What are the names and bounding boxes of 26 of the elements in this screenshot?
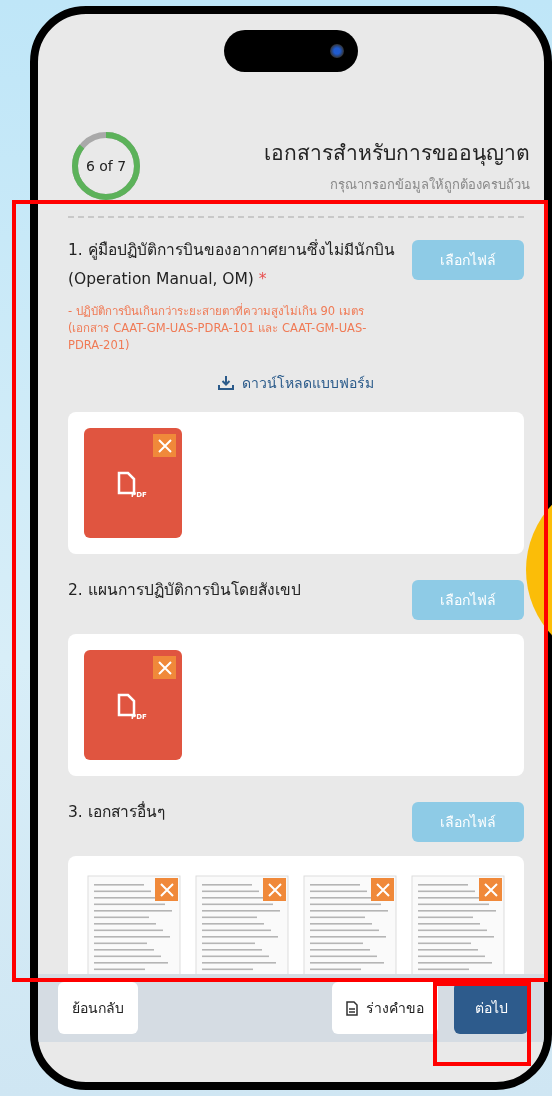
draft-button[interactable]: ร่างคำขอ [332, 982, 438, 1034]
remove-button[interactable] [479, 878, 502, 902]
camera-lens-icon [330, 44, 344, 58]
close-icon [159, 882, 174, 897]
progress-text: 6 of 7 [85, 156, 127, 176]
remove-button[interactable] [155, 878, 178, 902]
section-title: 3. เอกสารอื่นๆ [68, 800, 166, 824]
close-icon [267, 882, 282, 897]
download-icon [218, 375, 234, 392]
requirement-note: - ปฏิบัติการบินเกินกว่าระยะสายตาที่ความสูงไม่เกิน 90 เมตร (เอกสาร CAAT-GM-UAS-PDRA-101 และ CAAT-GM-UAS-PDRA-201) [68, 302, 368, 355]
close-icon [157, 660, 172, 675]
document-icon [346, 1000, 358, 1016]
section-title: 2. แผนการปฏิบัติการบินโดยสังเขป [68, 580, 302, 602]
close-icon [375, 882, 390, 897]
close-icon [483, 882, 498, 897]
progress-ring [70, 130, 142, 202]
remove-button[interactable] [263, 878, 286, 902]
section-title: 1. คู่มือปฏิบัติการบินของอากาศยานซึ่งไม่มีนักบิน (Operation Manual, OM) * [68, 238, 396, 291]
download-form-link[interactable]: ดาวน์โหลดแบบฟอร์ม [218, 372, 374, 394]
back-button[interactable]: ย้อนกลับ [58, 982, 138, 1034]
page-title: เอกสารสำหรับการขออนุญาต [264, 139, 530, 168]
page-subtitle: กรุณากรอกข้อมูลให้ถูกต้องครบถ้วน [329, 176, 530, 195]
remove-button[interactable] [153, 656, 176, 680]
remove-button[interactable] [371, 878, 394, 902]
remove-button[interactable] [153, 434, 176, 458]
close-icon [157, 438, 172, 453]
